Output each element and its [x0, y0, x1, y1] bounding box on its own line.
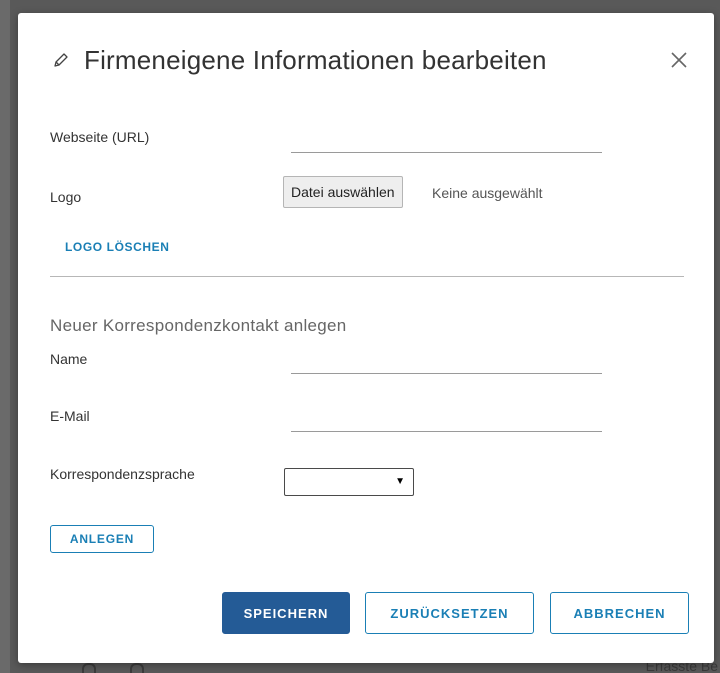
choose-file-button[interactable]: Datei auswählen [283, 176, 403, 208]
background-icon [82, 663, 96, 673]
reset-button[interactable]: ZURÜCKSETZEN [365, 592, 534, 634]
email-label: E-Mail [50, 408, 90, 424]
delete-logo-link[interactable]: LOGO LÖSCHEN [65, 240, 170, 254]
website-label: Webseite (URL) [50, 129, 150, 145]
section-divider [50, 276, 684, 277]
dropdown-arrow-icon: ▼ [395, 476, 405, 487]
background-page [0, 0, 10, 673]
close-icon[interactable] [668, 49, 690, 71]
cancel-button[interactable]: ABBRECHEN [550, 592, 689, 634]
dialog-header: Firmeneigene Informationen bearbeiten [52, 43, 547, 77]
language-label: Korrespondenzsprache [50, 466, 195, 482]
contact-section-title: Neuer Korrespondenzkontakt anlegen [50, 316, 347, 335]
pencil-icon [52, 51, 70, 69]
email-input[interactable] [291, 409, 602, 432]
website-input[interactable] [291, 130, 602, 153]
dialog-title: Firmeneigene Informationen bearbeiten [84, 44, 547, 75]
name-input[interactable] [291, 351, 602, 374]
background-icon [130, 663, 144, 673]
add-contact-button[interactable]: ANLEGEN [50, 525, 154, 553]
file-status-text: Keine ausgewählt [432, 185, 543, 201]
logo-label: Logo [50, 189, 82, 205]
name-label: Name [50, 351, 88, 367]
edit-company-info-dialog: Firmeneigene Informationen bearbeiten We… [18, 13, 714, 663]
save-button[interactable]: SPEICHERN [222, 592, 350, 634]
language-select[interactable]: ▼ [284, 468, 414, 496]
